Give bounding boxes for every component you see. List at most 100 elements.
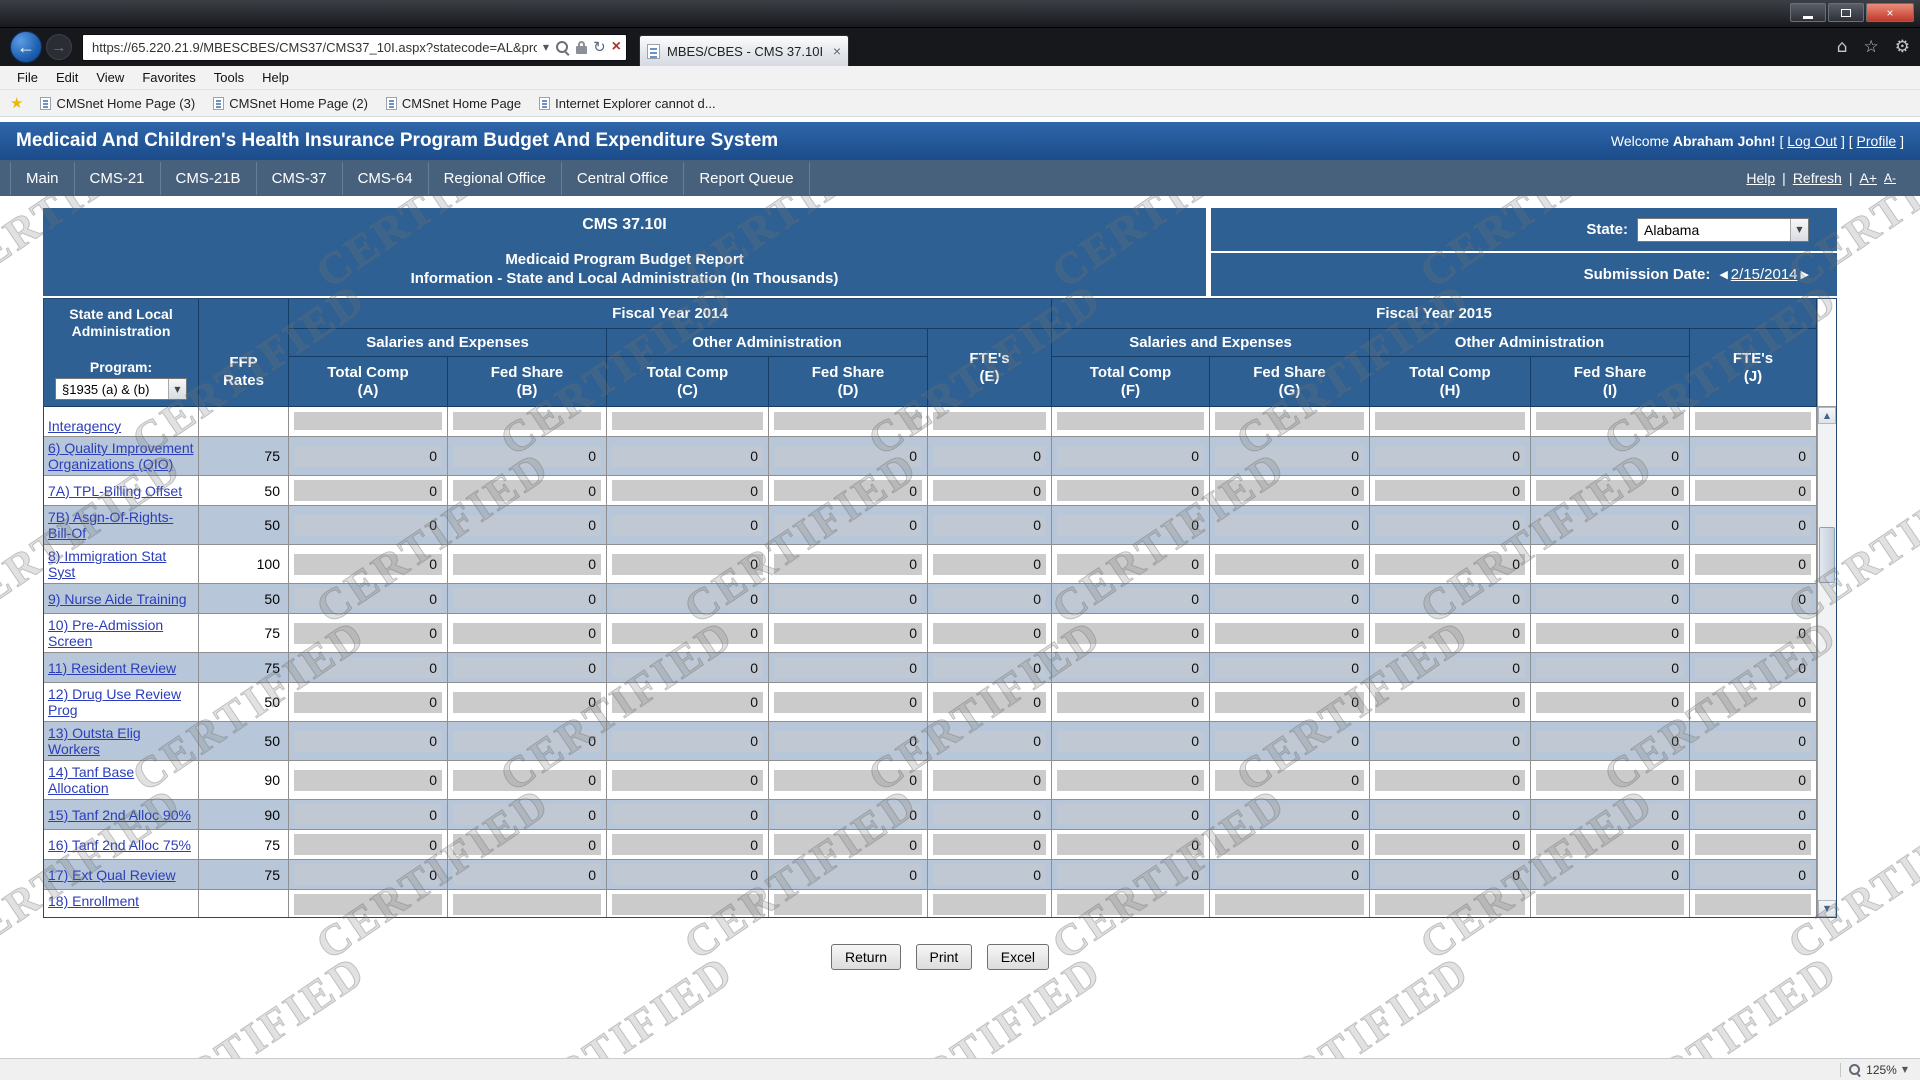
value-input[interactable] (1057, 412, 1204, 430)
program-link[interactable]: 14) Tanf Base Allocation (48, 764, 194, 796)
value-input[interactable]: 0 (1375, 623, 1525, 644)
home-icon[interactable]: ⌂ (1837, 37, 1848, 57)
value-input[interactable]: 0 (1215, 446, 1364, 467)
value-input[interactable]: 0 (1536, 515, 1684, 536)
value-input[interactable]: 0 (294, 804, 442, 825)
value-input[interactable]: 0 (294, 864, 442, 885)
value-input[interactable]: 0 (1215, 804, 1364, 825)
value-input[interactable]: 0 (1536, 731, 1684, 752)
value-input[interactable]: 0 (1695, 692, 1811, 713)
value-input[interactable]: 0 (933, 623, 1046, 644)
profile-link[interactable]: Profile (1857, 133, 1897, 149)
menu-file[interactable]: File (8, 70, 47, 85)
chevron-down-icon[interactable]: ▼ (168, 379, 186, 399)
forward-button[interactable]: → (46, 34, 72, 60)
value-input[interactable]: 0 (774, 515, 922, 536)
tab-close-icon[interactable]: × (833, 43, 841, 59)
value-input[interactable]: 0 (1536, 623, 1684, 644)
value-input[interactable]: 0 (612, 834, 763, 855)
value-input[interactable]: 0 (1375, 554, 1525, 575)
value-input[interactable]: 0 (294, 731, 442, 752)
value-input[interactable]: 0 (1057, 446, 1204, 467)
value-input[interactable]: 0 (612, 692, 763, 713)
prev-date-icon[interactable]: ◀ (1719, 268, 1727, 281)
value-input[interactable]: 0 (1057, 623, 1204, 644)
value-input[interactable]: 0 (1375, 864, 1525, 885)
value-input[interactable]: 0 (1536, 554, 1684, 575)
program-link[interactable]: 9) Nurse Aide Training (48, 591, 187, 607)
value-input[interactable]: 0 (1375, 446, 1525, 467)
window-minimize-button[interactable] (1790, 3, 1826, 22)
zoom-control[interactable]: 125% ▼ (1848, 1063, 1908, 1077)
value-input[interactable]: 0 (1057, 770, 1204, 791)
value-input[interactable]: 0 (453, 834, 601, 855)
value-input[interactable]: 0 (933, 588, 1046, 609)
value-input[interactable]: 0 (1215, 657, 1364, 678)
value-input[interactable]: 0 (1215, 731, 1364, 752)
value-input[interactable]: 0 (453, 731, 601, 752)
program-link[interactable]: 18) Enrollment (48, 893, 139, 909)
nav-item-cms-37[interactable]: CMS-37 (257, 162, 343, 195)
value-input[interactable]: 0 (612, 864, 763, 885)
value-input[interactable]: 0 (453, 657, 601, 678)
value-input[interactable]: 0 (294, 480, 442, 501)
value-input[interactable]: 0 (1695, 480, 1811, 501)
value-input[interactable] (1215, 894, 1364, 915)
value-input[interactable]: 0 (453, 864, 601, 885)
value-input[interactable] (612, 412, 763, 430)
logout-link[interactable]: Log Out (1787, 133, 1837, 149)
value-input[interactable]: 0 (1215, 554, 1364, 575)
scroll-down-icon[interactable]: ▼ (1818, 900, 1836, 917)
nav-item-report-queue[interactable]: Report Queue (684, 162, 809, 195)
value-input[interactable]: 0 (1375, 588, 1525, 609)
value-input[interactable] (1057, 894, 1204, 915)
value-input[interactable] (1536, 894, 1684, 915)
value-input[interactable]: 0 (294, 657, 442, 678)
value-input[interactable]: 0 (774, 804, 922, 825)
value-input[interactable]: 0 (1375, 692, 1525, 713)
value-input[interactable]: 0 (294, 692, 442, 713)
nav-item-cms-64[interactable]: CMS-64 (343, 162, 429, 195)
value-input[interactable]: 0 (1536, 692, 1684, 713)
program-link[interactable]: 7A) TPL-Billing Offset (48, 483, 182, 499)
program-link[interactable]: 15) Tanf 2nd Alloc 90% (48, 807, 191, 823)
value-input[interactable]: 0 (774, 864, 922, 885)
value-input[interactable]: 0 (1536, 588, 1684, 609)
value-input[interactable]: 0 (933, 834, 1046, 855)
value-input[interactable]: 0 (1215, 770, 1364, 791)
favorites-star-icon[interactable]: ★ (10, 94, 23, 112)
value-input[interactable] (453, 412, 601, 430)
value-input[interactable]: 0 (933, 554, 1046, 575)
scroll-up-icon[interactable]: ▲ (1818, 407, 1836, 424)
value-input[interactable]: 0 (774, 834, 922, 855)
refresh-link[interactable]: Refresh (1793, 170, 1842, 186)
value-input[interactable]: 0 (774, 731, 922, 752)
menu-tools[interactable]: Tools (205, 70, 253, 85)
menu-help[interactable]: Help (253, 70, 298, 85)
value-input[interactable]: 0 (453, 804, 601, 825)
value-input[interactable]: 0 (294, 515, 442, 536)
value-input[interactable]: 0 (1375, 731, 1525, 752)
value-input[interactable] (1695, 412, 1811, 430)
value-input[interactable]: 0 (294, 623, 442, 644)
value-input[interactable]: 0 (294, 770, 442, 791)
state-select[interactable]: Alabama ▼ (1637, 218, 1809, 242)
nav-item-main[interactable]: Main (10, 162, 75, 195)
value-input[interactable]: 0 (774, 588, 922, 609)
value-input[interactable]: 0 (1375, 657, 1525, 678)
next-date-icon[interactable]: ▶ (1801, 268, 1809, 281)
nav-item-cms-21[interactable]: CMS-21 (75, 162, 161, 195)
value-input[interactable]: 0 (1536, 480, 1684, 501)
value-input[interactable]: 0 (1215, 864, 1364, 885)
menu-favorites[interactable]: Favorites (133, 70, 204, 85)
value-input[interactable] (774, 894, 922, 915)
value-input[interactable]: 0 (1057, 515, 1204, 536)
value-input[interactable]: 0 (933, 480, 1046, 501)
value-input[interactable] (294, 894, 442, 915)
value-input[interactable]: 0 (1695, 554, 1811, 575)
value-input[interactable]: 0 (1057, 731, 1204, 752)
value-input[interactable]: 0 (774, 446, 922, 467)
value-input[interactable]: 0 (1375, 515, 1525, 536)
value-input[interactable]: 0 (1536, 804, 1684, 825)
value-input[interactable]: 0 (1536, 770, 1684, 791)
